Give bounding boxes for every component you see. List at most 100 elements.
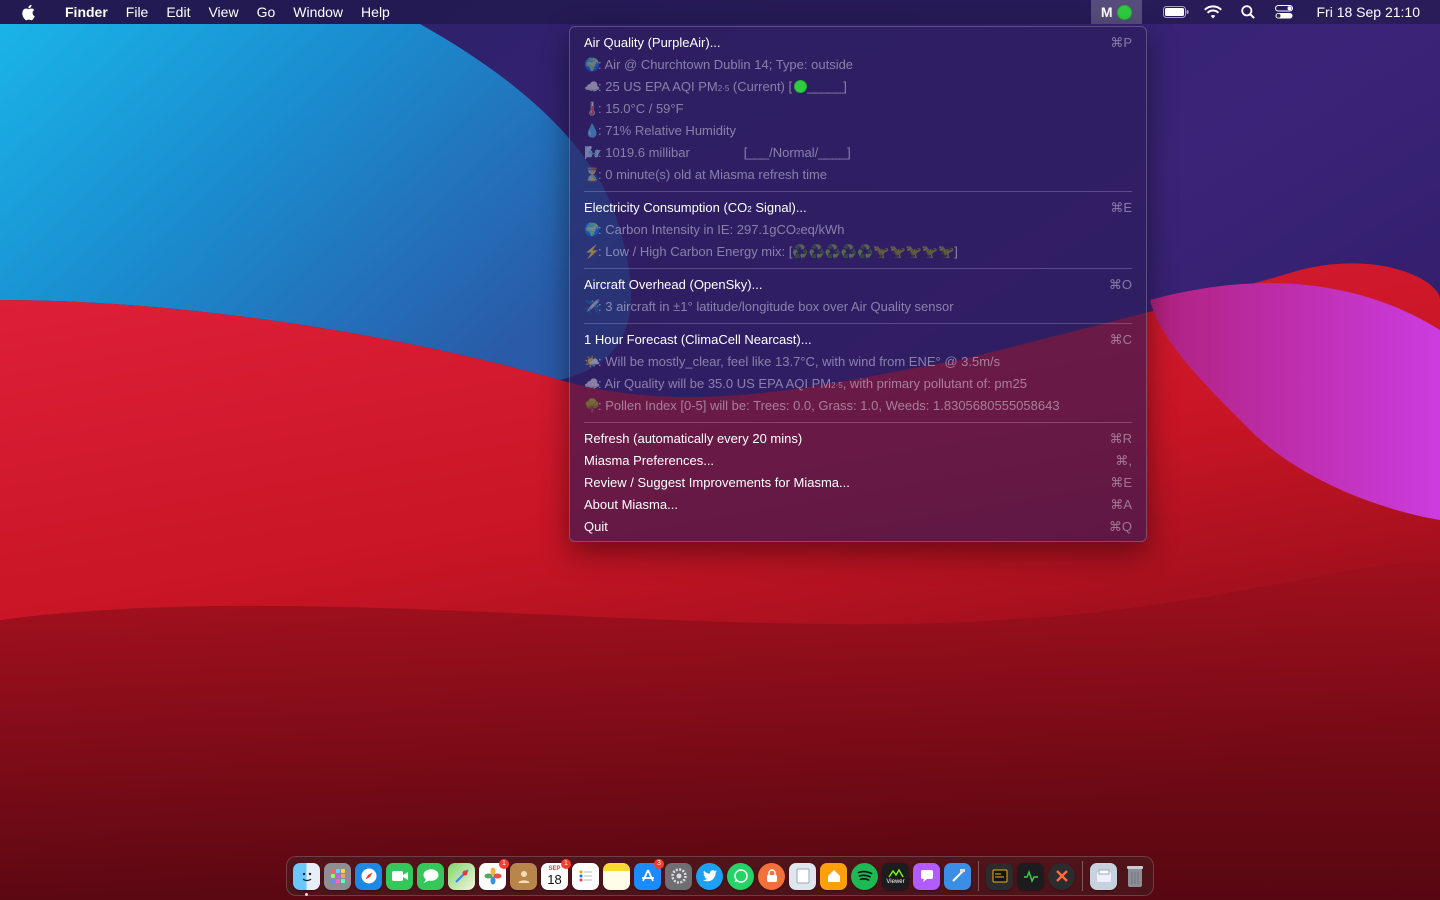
shortcut-cmd-q: ⌘Q: [1108, 519, 1132, 534]
droplet-icon: 💧: [584, 123, 601, 138]
menu-item-aircraft[interactable]: Aircraft Overhead (OpenSky)... ⌘O: [570, 274, 1146, 296]
menu-separator: [584, 268, 1132, 269]
pressure-row: 🌬️: 1019.6 millibar [___/Normal/____]: [570, 142, 1146, 164]
forecast-aq-prefix: : Air Quality will be 35.0 US EPA AQI PM: [598, 376, 832, 391]
dock: 1 SEP 18 1 3 Viewer: [286, 856, 1154, 896]
energy-mix-row: ⚡: Low / High Carbon Energy mix: [♻️♻️♻️…: [570, 241, 1146, 263]
photos-badge: 1: [499, 858, 509, 869]
globe-icon: 🌍: [584, 222, 601, 237]
forecast-pollen-text: : Pollen Index [0-5] will be: Trees: 0.0…: [598, 398, 1060, 413]
menu-item-label: Refresh (automatically every 20 mins): [584, 431, 803, 446]
menu-item-forecast[interactable]: 1 Hour Forecast (ClimaCell Nearcast)... …: [570, 329, 1146, 351]
menu-window[interactable]: Window: [284, 0, 352, 24]
globe-icon: 🌍: [584, 57, 601, 72]
data-age-text: : 0 minute(s) old at Miasma refresh time: [598, 167, 828, 182]
chat-icon[interactable]: [913, 862, 940, 890]
cloud-icon: ☁️: [584, 376, 601, 391]
humidity-text: : 71% Relative Humidity: [598, 123, 736, 138]
hourglass-icon: ⏳: [584, 167, 601, 182]
spotlight-search-icon[interactable]: [1230, 0, 1266, 24]
reminders-icon[interactable]: [572, 862, 599, 890]
safari-icon[interactable]: [355, 862, 382, 890]
whatsapp-icon[interactable]: [727, 862, 754, 890]
menu-bar-clock[interactable]: Fri 18 Sep 21:10: [1302, 4, 1440, 20]
aqi-bar-end: _____]: [807, 79, 847, 94]
contacts-icon[interactable]: [510, 862, 537, 890]
notes-icon[interactable]: [603, 862, 630, 890]
airplane-icon: ✈️: [584, 299, 601, 314]
menu-item-label: Air Quality (PurpleAir)...: [584, 35, 721, 50]
menu-item-about[interactable]: About Miasma... ⌘A: [570, 494, 1146, 516]
photos-icon[interactable]: 1: [479, 858, 509, 890]
tree-icon: 🌳: [584, 398, 601, 413]
air-quality-status-dot: [1117, 4, 1133, 20]
facetime-icon[interactable]: [386, 862, 413, 890]
menu-go[interactable]: Go: [248, 0, 285, 24]
menu-item-review[interactable]: Review / Suggest Improvements for Miasma…: [570, 472, 1146, 494]
control-center-icon[interactable]: [1266, 0, 1302, 24]
xcode-icon[interactable]: [944, 862, 971, 890]
menu-item-preferences[interactable]: Miasma Preferences... ⌘,: [570, 450, 1146, 472]
shortcut-cmd-p: ⌘P: [1110, 35, 1132, 50]
menu-separator: [584, 422, 1132, 423]
maps-icon[interactable]: [448, 862, 475, 890]
preview-icon[interactable]: [789, 862, 816, 890]
thermometer-icon: 🌡️: [584, 101, 601, 116]
battery-icon[interactable]: [1156, 0, 1196, 24]
cloud-icon: ☁️: [584, 79, 601, 94]
dock-divider: [1082, 861, 1083, 891]
wifi-icon[interactable]: [1196, 0, 1230, 24]
spotify-icon[interactable]: [851, 862, 878, 890]
viewer-label: Viewer: [886, 878, 905, 885]
apple-menu-icon[interactable]: [0, 4, 56, 21]
temperature-row: 🌡️: 15.0°C / 59°F: [570, 98, 1146, 120]
menu-separator: [584, 191, 1132, 192]
home-icon[interactable]: [820, 862, 847, 890]
aqi-suffix: (Current) [: [729, 79, 793, 94]
twitter-icon[interactable]: [696, 862, 723, 890]
activity-monitor-icon[interactable]: [1017, 862, 1044, 890]
forecast-air-quality-row: ☁️: Air Quality will be 35.0 US EPA AQI …: [570, 373, 1146, 395]
miasma-letter: M: [1100, 4, 1113, 20]
menu-finder[interactable]: Finder: [56, 0, 117, 24]
trash-icon[interactable]: [1121, 863, 1148, 890]
miasma-status-item[interactable]: M: [1090, 0, 1143, 24]
menu-bar-left: Finder File Edit View Go Window Help: [0, 0, 399, 24]
viewer-icon[interactable]: Viewer: [882, 862, 909, 890]
x11-icon[interactable]: [1048, 862, 1075, 890]
menu-item-quit[interactable]: Quit ⌘Q: [570, 516, 1146, 538]
finder-icon[interactable]: [293, 862, 320, 896]
calendar-icon[interactable]: SEP 18 1: [541, 858, 571, 890]
menu-bar-right: M Fri 18 Sep 21:10: [1090, 0, 1440, 24]
menu-item-air-quality[interactable]: Air Quality (PurpleAir)... ⌘P: [570, 32, 1146, 54]
menu-item-electricity[interactable]: Electricity Consumption (CO2 Signal)... …: [570, 197, 1146, 219]
system-preferences-icon[interactable]: [665, 862, 692, 890]
humidity-row: 💧: 71% Relative Humidity: [570, 120, 1146, 142]
launchpad-icon[interactable]: [324, 862, 351, 890]
carbon-intensity-row: 🌍: Carbon Intensity in IE: 297.1gCO2eq/k…: [570, 219, 1146, 241]
aqi-current-row: ☁️: 25 US EPA AQI PM2·5 (Current) [_____…: [570, 76, 1146, 98]
sun-cloud-icon: 🌤️: [584, 354, 601, 369]
shortcut-cmd-comma: ⌘,: [1115, 453, 1132, 468]
shortcut-cmd-a: ⌘A: [1110, 497, 1132, 512]
sensor-location-text: : Air @ Churchtown Dublin 14; Type: outs…: [598, 57, 854, 72]
app-store-icon[interactable]: 3: [634, 858, 664, 890]
shortcut-cmd-e: ⌘E: [1110, 200, 1132, 215]
forecast-weather-row: 🌤️: Will be mostly_clear, feel like 13.7…: [570, 351, 1146, 373]
menu-view[interactable]: View: [199, 0, 247, 24]
messages-icon[interactable]: [417, 862, 444, 890]
pressure-scale: [___/Normal/____]: [743, 145, 851, 160]
menu-help[interactable]: Help: [352, 0, 399, 24]
menu-item-label: Aircraft Overhead (OpenSky)...: [584, 277, 763, 292]
aircraft-count-row: ✈️: 3 aircraft in ±1° latitude/longitude…: [570, 296, 1146, 318]
downloads-stack-icon[interactable]: [1090, 862, 1117, 890]
menu-edit[interactable]: Edit: [157, 0, 199, 24]
menu-file[interactable]: File: [117, 0, 158, 24]
console-icon[interactable]: [986, 862, 1013, 890]
aqi-level-dot: [794, 80, 808, 93]
menu-item-refresh[interactable]: Refresh (automatically every 20 mins) ⌘R: [570, 428, 1146, 450]
forecast-aq-subscript: 2·5: [831, 381, 843, 390]
aqi-prefix: : 25 US EPA AQI PM: [598, 79, 718, 94]
vpn-icon[interactable]: [758, 862, 785, 890]
temperature-text: : 15.0°C / 59°F: [598, 101, 684, 116]
